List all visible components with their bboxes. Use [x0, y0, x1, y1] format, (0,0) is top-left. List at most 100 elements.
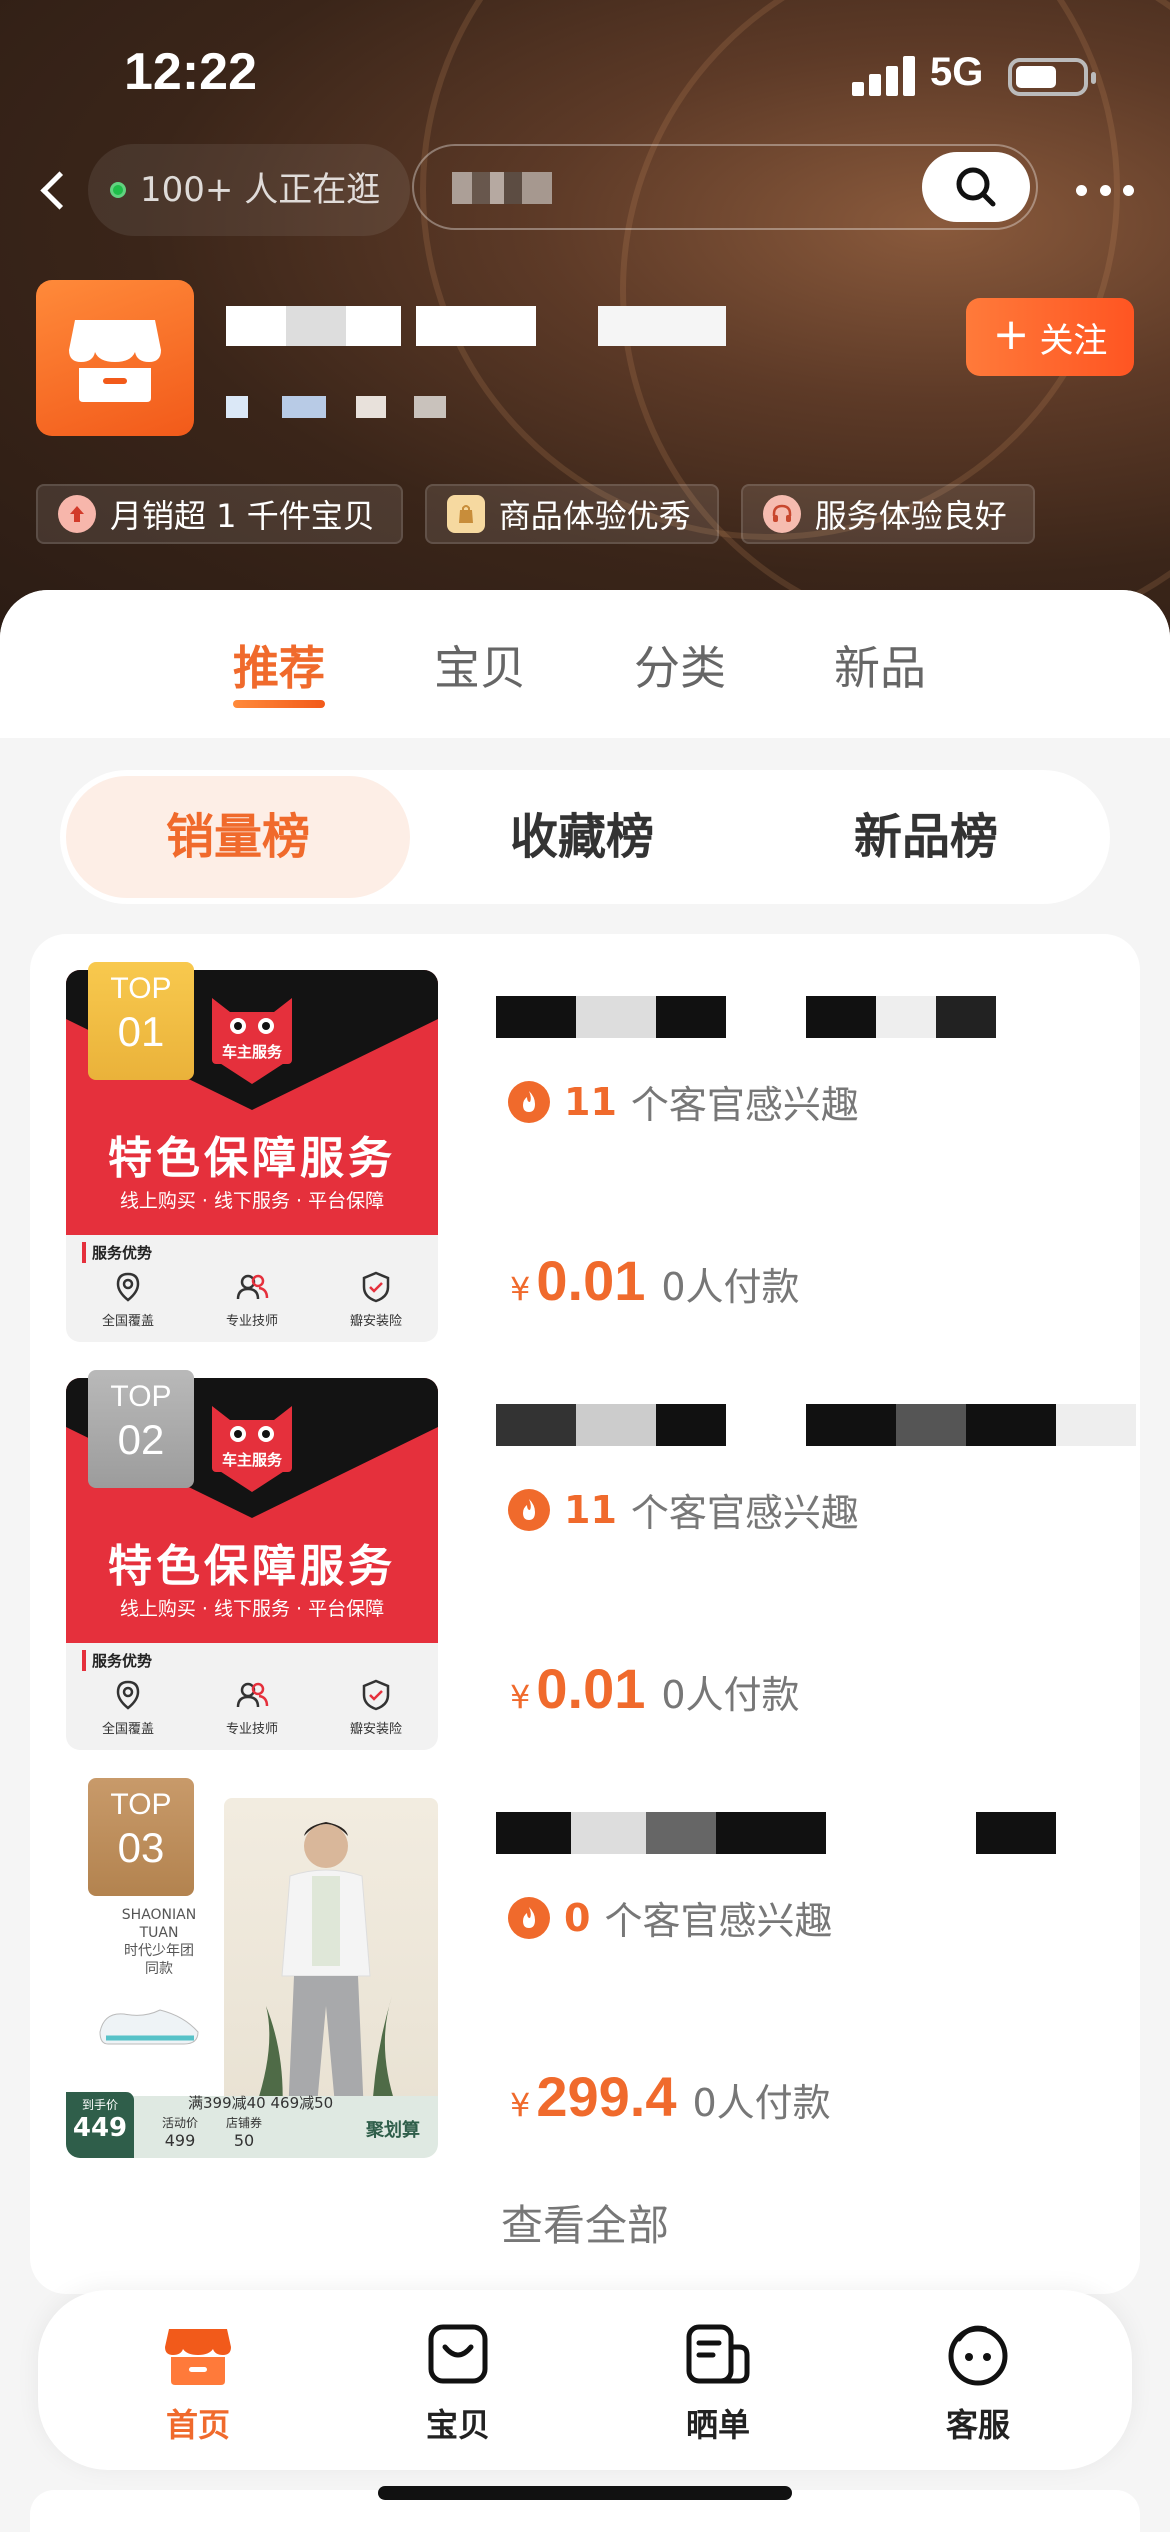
adv-label: 服务优势	[82, 1242, 152, 1263]
shop-logo[interactable]	[36, 280, 194, 436]
brand-text: 同款	[145, 1961, 173, 1977]
ranking-card: 车主服务 特色保障服务 线上购买 · 线下服务 · 平台保障 服务优势 全国覆盖…	[30, 934, 1140, 2294]
fire-icon	[508, 1896, 550, 1939]
nav-customer-service[interactable]: 客服	[878, 2318, 1078, 2446]
more-button[interactable]	[1070, 170, 1140, 210]
tab-items[interactable]: 宝贝	[434, 632, 526, 698]
plus-icon: +	[992, 309, 1030, 360]
interest-count: 0	[564, 1895, 591, 1940]
shop-info: + 关注	[0, 278, 1170, 438]
cat-logo-icon: 车主服务	[204, 988, 300, 1086]
store-icon	[69, 320, 161, 402]
paid-count: 0人付款	[661, 1265, 800, 1309]
nav-home[interactable]: 首页	[98, 2318, 298, 2446]
back-button[interactable]	[24, 160, 84, 220]
more-dot-icon	[1123, 184, 1134, 196]
shopping-bag-icon	[446, 495, 485, 533]
search-box[interactable]	[412, 144, 1038, 230]
price: 299.4	[536, 2065, 677, 2128]
status-bar: 12:22 5G	[0, 0, 1170, 150]
review-icon	[682, 2318, 754, 2390]
map-pin-icon	[116, 1680, 140, 1710]
follow-button[interactable]: + 关注	[966, 298, 1134, 376]
currency-symbol: ¥	[510, 2086, 531, 2124]
interest-text: 个客官感兴趣	[630, 1083, 859, 1127]
shop-name	[226, 306, 726, 346]
brand-text: TUAN	[139, 1925, 179, 1941]
adv-text: 专业技师	[225, 1722, 278, 1737]
thumb-title: 特色保障服务	[108, 1133, 396, 1184]
rank-tab-new[interactable]: 新品榜	[754, 776, 1098, 898]
tab-categories[interactable]: 分类	[634, 632, 726, 698]
home-indicator	[378, 2486, 792, 2500]
interest-count: 11	[564, 1079, 617, 1124]
badge-service-experience[interactable]: 服务体验良好	[740, 484, 1035, 544]
thumb-title: 特色保障服务	[108, 1541, 396, 1592]
battery-icon	[1008, 58, 1096, 96]
badge-product-experience[interactable]: 商品体验优秀	[424, 484, 719, 544]
adv-text: 全国覆盖	[101, 1722, 154, 1737]
nav-label: 客服	[945, 2406, 1010, 2444]
nav-label: 宝贝	[425, 2406, 490, 2444]
interest-info: 11 个客官感兴趣	[508, 1074, 859, 1129]
price: 0.01	[536, 1657, 646, 1720]
nav-label: 首页	[165, 2406, 230, 2444]
nav-items[interactable]: 宝贝	[358, 2318, 558, 2446]
online-dot-icon	[110, 182, 126, 198]
badge-label: 服务体验良好	[814, 497, 1007, 535]
nav-reviews[interactable]: 晒单	[618, 2318, 818, 2446]
service-icon	[942, 2318, 1014, 2390]
product-item[interactable]: 车主服务 特色保障服务 线上购买 · 线下服务 · 平台保障 服务优势 全国覆盖…	[66, 1370, 1136, 1750]
shield-icon	[362, 1271, 390, 1303]
rank-badge: TOP 03	[88, 1778, 194, 1896]
brand-text: SHAONIAN	[121, 1907, 197, 1923]
adv-text: 全国覆盖	[101, 1314, 154, 1329]
currency-symbol: ¥	[510, 1270, 531, 1308]
people-icon	[236, 1682, 269, 1708]
search-button[interactable]	[922, 152, 1030, 222]
juhuasuan-label: 聚划算	[366, 2120, 420, 2141]
rank-badge: TOP 02	[88, 1370, 194, 1488]
more-dot-icon	[1099, 184, 1111, 196]
paid-count: 0人付款	[661, 1673, 800, 1717]
ranking-segmented-control: 销量榜 收藏榜 新品榜	[60, 770, 1110, 904]
headset-icon	[762, 495, 801, 533]
rank-badge: TOP 01	[88, 962, 194, 1080]
signal-icon	[852, 56, 918, 96]
price-row: ¥ 0.01 0人付款	[510, 1656, 800, 1721]
fire-icon	[508, 1080, 550, 1123]
badge-label: 商品体验优秀	[498, 497, 691, 535]
hand-price-box: 到手价 449	[66, 2092, 134, 2158]
brand-label: 车主服务	[212, 1448, 292, 1472]
sneaker-icon	[99, 2009, 199, 2045]
product-item[interactable]: 车主服务 特色保障服务 线上购买 · 线下服务 · 平台保障 服务优势 全国覆盖…	[66, 962, 1136, 1342]
rank-tab-sales[interactable]: 销量榜	[66, 776, 410, 898]
brand-text: 时代少年团	[124, 1943, 194, 1959]
interest-info: 11 个客官感兴趣	[508, 1482, 859, 1537]
bottom-nav: 首页 宝贝 晒单 客服	[38, 2290, 1132, 2470]
interest-text: 个客官感兴趣	[630, 1491, 859, 1535]
brand-label: 车主服务	[212, 1040, 292, 1064]
promo-text: 满399减40 469减50	[188, 2094, 334, 2112]
tab-new[interactable]: 新品	[834, 632, 926, 698]
thumb-subtitle: 线上购买 · 线下服务 · 平台保障	[119, 1598, 385, 1620]
network-type: 5G	[930, 50, 984, 94]
adv-text: 瓣安装险	[349, 1314, 402, 1329]
tab-recommend[interactable]: 推荐	[233, 632, 325, 698]
interest-text: 个客官感兴趣	[604, 1899, 833, 1943]
shop-badges: 月销超 1 千件宝贝 商品体验优秀 服务体验良好	[36, 484, 1035, 546]
thumb-subtitle: 线上购买 · 线下服务 · 平台保障	[119, 1190, 385, 1212]
shop-tabs: 推荐 宝贝 分类 新品	[0, 590, 1170, 738]
shield-icon	[362, 1679, 390, 1711]
view-all-link[interactable]: 查看全部	[30, 2192, 1140, 2253]
nav-row: 100+ 人正在逛	[0, 140, 1170, 240]
bag-icon	[422, 2318, 494, 2390]
product-item[interactable]: SHAONIAN TUAN 时代少年团 同款 到手价 449 满399减40 4…	[66, 1778, 1136, 2158]
adv-label: 服务优势	[82, 1650, 152, 1671]
badge-monthly-sales[interactable]: 月销超 1 千件宝贝	[36, 484, 403, 544]
product-title	[496, 1812, 1136, 1854]
visitors-text: 100+ 人正在逛	[140, 170, 381, 210]
interest-info: 0 个客官感兴趣	[508, 1890, 832, 1945]
rank-tab-favorites[interactable]: 收藏榜	[410, 776, 754, 898]
people-icon	[236, 1274, 269, 1300]
